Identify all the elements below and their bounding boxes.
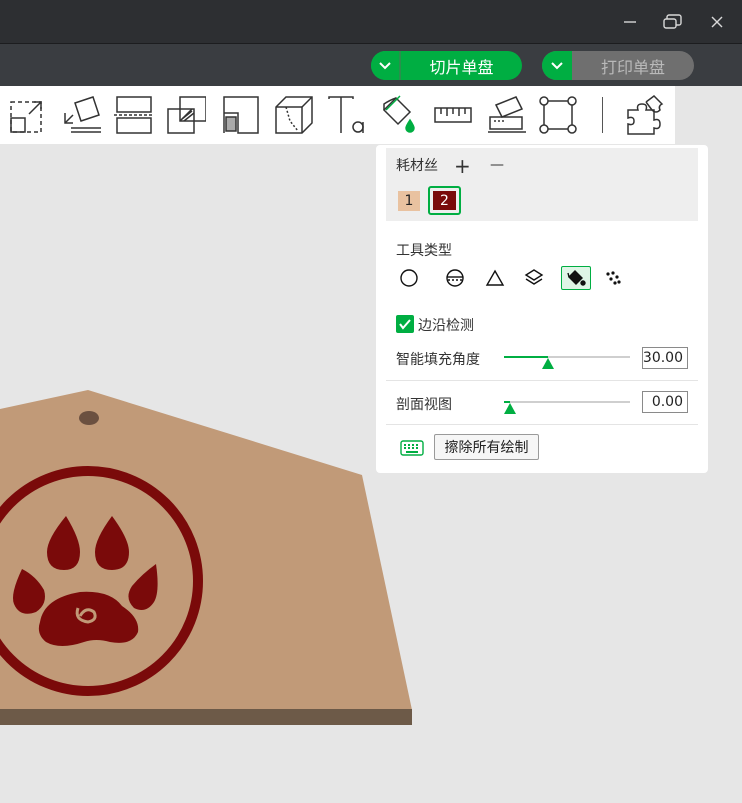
print-plate-button[interactable]: 打印单盘 [542, 51, 694, 80]
toolbar-divider [602, 97, 603, 133]
slice-plate-label: 切片单盘 [429, 57, 494, 77]
erase-all-painting-button[interactable]: 擦除所有绘制 [434, 434, 539, 460]
section-view-slider[interactable] [504, 401, 630, 403]
cut-icon[interactable] [114, 95, 154, 135]
edge-detection-label: 边沿检测 [418, 318, 474, 334]
add-filament-button[interactable]: + [454, 155, 471, 177]
boolean-icon[interactable] [166, 95, 206, 135]
assembly-icon[interactable] [486, 95, 526, 135]
variable-layer-icon[interactable] [624, 95, 664, 135]
gap-fill-icon[interactable] [598, 266, 628, 290]
filament-chip-1[interactable]: 1 [398, 191, 420, 211]
chevron-down-icon[interactable] [371, 51, 401, 80]
seam-paint-icon[interactable] [274, 95, 314, 135]
section-view-input[interactable]: 0.00 [642, 391, 688, 413]
bambu-studio-window: 切片单盘 打印单盘 耗材丝 + — 1 2 工具类型 边沿检测 智能填充角度 3… [0, 0, 742, 803]
smart-fill-slider-thumb[interactable] [542, 358, 554, 369]
fill-bucket-icon[interactable] [561, 266, 591, 290]
auto-orient-icon[interactable] [8, 95, 48, 135]
edge-detection-checkbox[interactable] [396, 315, 414, 333]
chevron-down-icon[interactable] [542, 51, 572, 80]
section-view-label: 剖面视图 [396, 397, 452, 413]
circle-brush-icon[interactable] [394, 266, 424, 290]
plate-side-face [0, 709, 412, 725]
tool-type-label: 工具类型 [396, 243, 452, 259]
measure-icon[interactable] [433, 95, 473, 135]
smart-fill-angle-input[interactable]: 30.00 [642, 347, 688, 369]
slice-plate-button[interactable]: 切片单盘 [371, 51, 522, 80]
restore-icon[interactable] [660, 10, 686, 34]
action-bar: 切片单盘 打印单盘 [0, 44, 742, 86]
close-icon[interactable] [704, 10, 730, 34]
scale-icon[interactable] [538, 95, 578, 135]
print-plate-label: 打印单盘 [600, 57, 665, 77]
text-icon[interactable] [327, 95, 367, 135]
keyboard-icon[interactable] [400, 440, 424, 460]
support-paint-icon[interactable] [221, 95, 261, 135]
section-view-slider-thumb[interactable] [504, 403, 516, 414]
panel-divider [386, 380, 698, 381]
minimize-icon[interactable] [617, 10, 643, 34]
hang-hole [79, 411, 99, 425]
filament-chip-label: 2 [440, 192, 449, 209]
color-paint-panel: 耗材丝 + — 1 2 工具类型 边沿检测 智能填充角度 30.00 剖面视图 … [376, 145, 708, 473]
lay-on-face-icon[interactable] [61, 95, 101, 135]
smart-fill-angle-label: 智能填充角度 [396, 352, 480, 368]
check-icon [399, 319, 411, 330]
title-bar [0, 0, 742, 44]
sphere-brush-icon[interactable] [440, 266, 470, 290]
filament-title: 耗材丝 [396, 158, 438, 174]
gizmo-toolbar [0, 86, 675, 144]
filament-chip-2[interactable]: 2 [433, 191, 456, 210]
filament-chip-label: 1 [404, 193, 414, 209]
panel-divider [386, 424, 698, 425]
triangle-brush-icon[interactable] [480, 266, 510, 290]
height-range-icon[interactable] [519, 266, 549, 290]
color-paint-icon[interactable] [380, 95, 420, 135]
remove-filament-button[interactable]: — [490, 157, 504, 173]
